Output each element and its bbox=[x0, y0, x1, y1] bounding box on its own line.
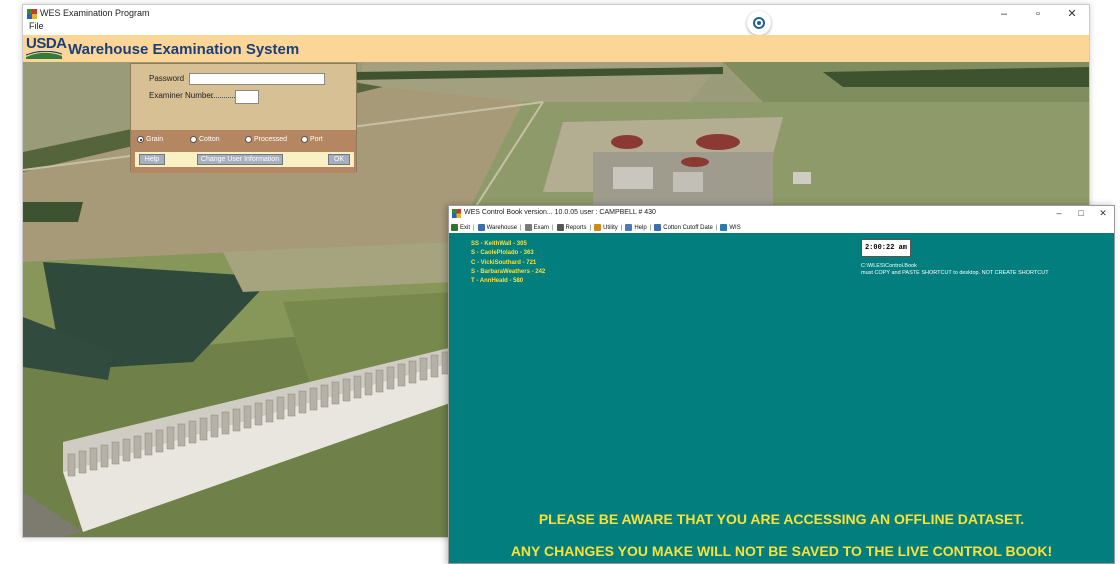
banner: USDA Warehouse Examination System bbox=[23, 35, 1089, 62]
cb-window-title: WES Control Book version... 10.0.05 user… bbox=[464, 209, 656, 216]
wis-icon bbox=[720, 224, 728, 231]
staff-item: S - CaolePlolado - 363 bbox=[471, 250, 534, 257]
toolbar-exam[interactable]: Exam bbox=[524, 224, 549, 231]
radio-port[interactable]: Port bbox=[301, 136, 323, 143]
staff-list: SS - KeithWall - 305 S - CaolePlolado - … bbox=[471, 240, 545, 286]
help-icon bbox=[625, 224, 633, 231]
toolbar-cotton-cutoff[interactable]: Cotton Cutoff Date bbox=[654, 224, 713, 231]
radio-cotton[interactable]: Cotton bbox=[190, 136, 220, 143]
ok-button[interactable]: OK bbox=[328, 154, 350, 165]
login-panel: Password Examiner Number Grain Cotton Pr… bbox=[130, 63, 357, 173]
password-label: Password bbox=[149, 74, 185, 83]
login-footer: Grain Cotton Processed Port Help Change … bbox=[131, 130, 356, 173]
toolbar-warehouse[interactable]: Warehouse bbox=[477, 224, 517, 231]
changes-warning: ANY CHANGES YOU MAKE WILL NOT BE SAVED T… bbox=[510, 543, 1053, 559]
utility-icon bbox=[594, 224, 602, 231]
warehouse-icon bbox=[477, 224, 485, 231]
close-button[interactable]: ✕ bbox=[1055, 5, 1089, 27]
menu-file[interactable]: File bbox=[29, 21, 44, 31]
cb-app-icon bbox=[452, 209, 461, 218]
toolbar-help[interactable]: Help bbox=[625, 224, 647, 231]
cb-maximize-button[interactable]: □ bbox=[1070, 206, 1092, 222]
banner-title: Warehouse Examination System bbox=[68, 41, 300, 58]
radio-grain[interactable]: Grain bbox=[137, 136, 163, 143]
radio-processed[interactable]: Processed bbox=[245, 136, 287, 143]
staff-item: S - BarbaraWeathers - 242 bbox=[471, 268, 546, 275]
minimize-button[interactable]: – bbox=[987, 5, 1021, 27]
path-note: C:\WLES\Control.Book must COPY and PASTE… bbox=[861, 263, 1049, 276]
clock-display: 2:00:22 am bbox=[861, 239, 911, 257]
toolbar-reports[interactable]: Reports bbox=[556, 224, 587, 231]
control-book-window: WES Control Book version... 10.0.05 user… bbox=[448, 205, 1115, 564]
examiner-number-label: Examiner Number bbox=[149, 91, 214, 100]
toolbar-utility[interactable]: Utility bbox=[594, 224, 618, 231]
toolbar-wis[interactable]: WIS bbox=[720, 224, 741, 231]
cb-titlebar: WES Control Book version... 10.0.05 user… bbox=[449, 206, 1114, 222]
help-button[interactable]: Help bbox=[139, 154, 165, 165]
password-input[interactable] bbox=[189, 73, 325, 85]
offline-warning: PLEASE BE AWARE THAT YOU ARE ACCESSING A… bbox=[538, 511, 1025, 527]
app-icon bbox=[27, 9, 37, 19]
cb-toolbar: Exit | Warehouse | Exam | Reports | Utility |… bbox=[449, 222, 1114, 233]
window-title: WES Examination Program bbox=[40, 8, 150, 18]
examiner-number-input[interactable] bbox=[235, 90, 259, 104]
titlebar: WES Examination Program File – ▫ ✕ bbox=[23, 5, 1089, 31]
toolbar-exit[interactable]: Exit bbox=[451, 224, 470, 231]
usda-logo: USDA bbox=[26, 36, 67, 61]
maximize-button[interactable]: ▫ bbox=[1021, 5, 1055, 27]
login-button-row: Help Change User Information OK bbox=[135, 152, 354, 167]
wes-logo-icon bbox=[747, 11, 771, 35]
exit-icon bbox=[451, 224, 458, 231]
cb-close-button[interactable]: ✕ bbox=[1092, 206, 1114, 222]
cb-minimize-button[interactable]: – bbox=[1048, 206, 1070, 222]
staff-item: C - VickiSouthard - 721 bbox=[471, 259, 537, 266]
calendar-icon bbox=[654, 224, 662, 231]
staff-item: T - AnnHeald - 580 bbox=[471, 278, 524, 285]
printer-icon bbox=[556, 224, 564, 231]
exam-icon bbox=[524, 224, 532, 231]
staff-item: SS - KeithWall - 305 bbox=[471, 241, 527, 247]
change-user-info-button[interactable]: Change User Information bbox=[197, 154, 283, 165]
